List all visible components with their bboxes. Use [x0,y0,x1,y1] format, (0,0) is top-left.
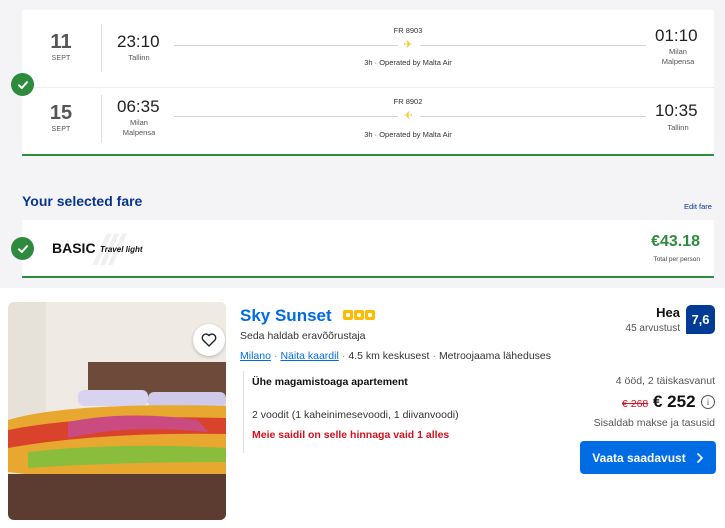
check-icon [11,73,34,96]
inbound-operator: 3h · Operated by Malta Air [364,130,452,139]
route-line [174,45,398,46]
outbound-month: SEPT [51,55,71,62]
room-info: Ühe magamistoaga apartement 2 voodit (1 … [243,371,569,453]
outbound-dep-time: 23:10 [117,32,160,51]
inbound-month: SEPT [51,126,71,133]
stay-details: 4 ööd, 2 täiskasvanut [615,375,715,387]
fare-price: €43.18 [651,233,700,250]
outbound-day: 11 [50,31,72,53]
hotel-card: Sky Sunset Seda haldab eravõõrustaja Mil… [0,288,725,528]
favorite-button[interactable] [193,324,225,356]
current-price: € 252 [653,392,696,411]
outbound-operator: 3h · Operated by Malta Air [364,58,452,67]
inbound-arr-city: Tallinn [667,123,689,132]
fare-name: BASIC [52,240,96,256]
metro-text: Metroojaama läheduses [438,350,552,362]
outbound-flight-number: FR 8903 [393,26,423,35]
plane-icon: ✈ [403,110,413,122]
city-link[interactable]: Milano [240,350,271,362]
taxes-note: Sisaldab makse ja tasusid [593,417,715,429]
fare-section-title: Your selected fare [22,193,143,209]
room-type: Ühe magamistoaga apartement [252,376,408,388]
star-rating [343,310,375,320]
flights-card: 11 SEPT 23:10 Tallinn FR 8903 ✈ 3h · Ope… [22,10,714,156]
route-line [420,116,646,117]
inbound-arr-time: 10:35 [655,101,698,120]
star-icon [343,310,353,320]
distance-text: 4.5 km keskusest [348,350,430,362]
host-type: Seda haldab eravõõrustaja [240,330,366,342]
date-divider [101,24,102,72]
outbound-arr-time: 01:10 [655,26,698,45]
star-icon [354,310,364,320]
outbound-dep-city: Tallinn [128,53,150,62]
see-availability-button[interactable]: Vaata saadavust [580,441,716,474]
inbound-day: 15 [49,102,73,124]
inbound-flight-number: FR 8902 [393,97,423,106]
original-price: € 268 [622,398,649,410]
review-count[interactable]: 45 arvustust [600,323,680,334]
outbound-arr-city: Milan Malpensa [661,47,695,66]
inbound-dep-time: 06:35 [117,97,160,116]
fare-price-note: Total per person [653,256,700,263]
review-score-badge: 7,6 [686,305,715,334]
route-line [174,116,398,117]
edit-fare-link[interactable]: Edit fare [684,202,712,211]
bed-config: 2 voodit (1 kaheinimesevoodi, 1 diivanvo… [252,409,459,421]
show-on-map-link[interactable]: Näita kaardil [280,350,338,362]
hotel-name-link[interactable]: Sky Sunset [240,306,332,326]
hotel-photo[interactable] [8,302,226,520]
fare-card: /// BASIC Travel light €43.18 Total per … [22,220,714,278]
inbound-dep-city: Milan Malpensa [122,118,156,137]
route-line [420,45,646,46]
fare-subtitle: Travel light [100,245,143,254]
inbound-leg[interactable]: 15 SEPT 06:35 Milan Malpensa FR 8902 ✈ 3… [22,85,714,155]
see-availability-label: Vaata saadavust [592,450,686,465]
rating-word: Hea [656,305,680,320]
info-icon[interactable]: i [701,395,715,409]
heart-icon [201,333,217,347]
check-icon [11,237,34,260]
outbound-leg[interactable]: 11 SEPT 23:10 Tallinn FR 8903 ✈ 3h · Ope… [22,10,714,80]
plane-icon: ✈ [403,39,413,51]
location-row: Milano · Näita kaardil · 4.5 km keskusest · Me… [240,350,552,362]
date-divider [101,95,102,143]
star-icon [365,310,375,320]
scarcity-message: Meie saidil on selle hinnaga vaid 1 alle… [252,429,450,441]
chevron-right-icon [696,452,703,463]
